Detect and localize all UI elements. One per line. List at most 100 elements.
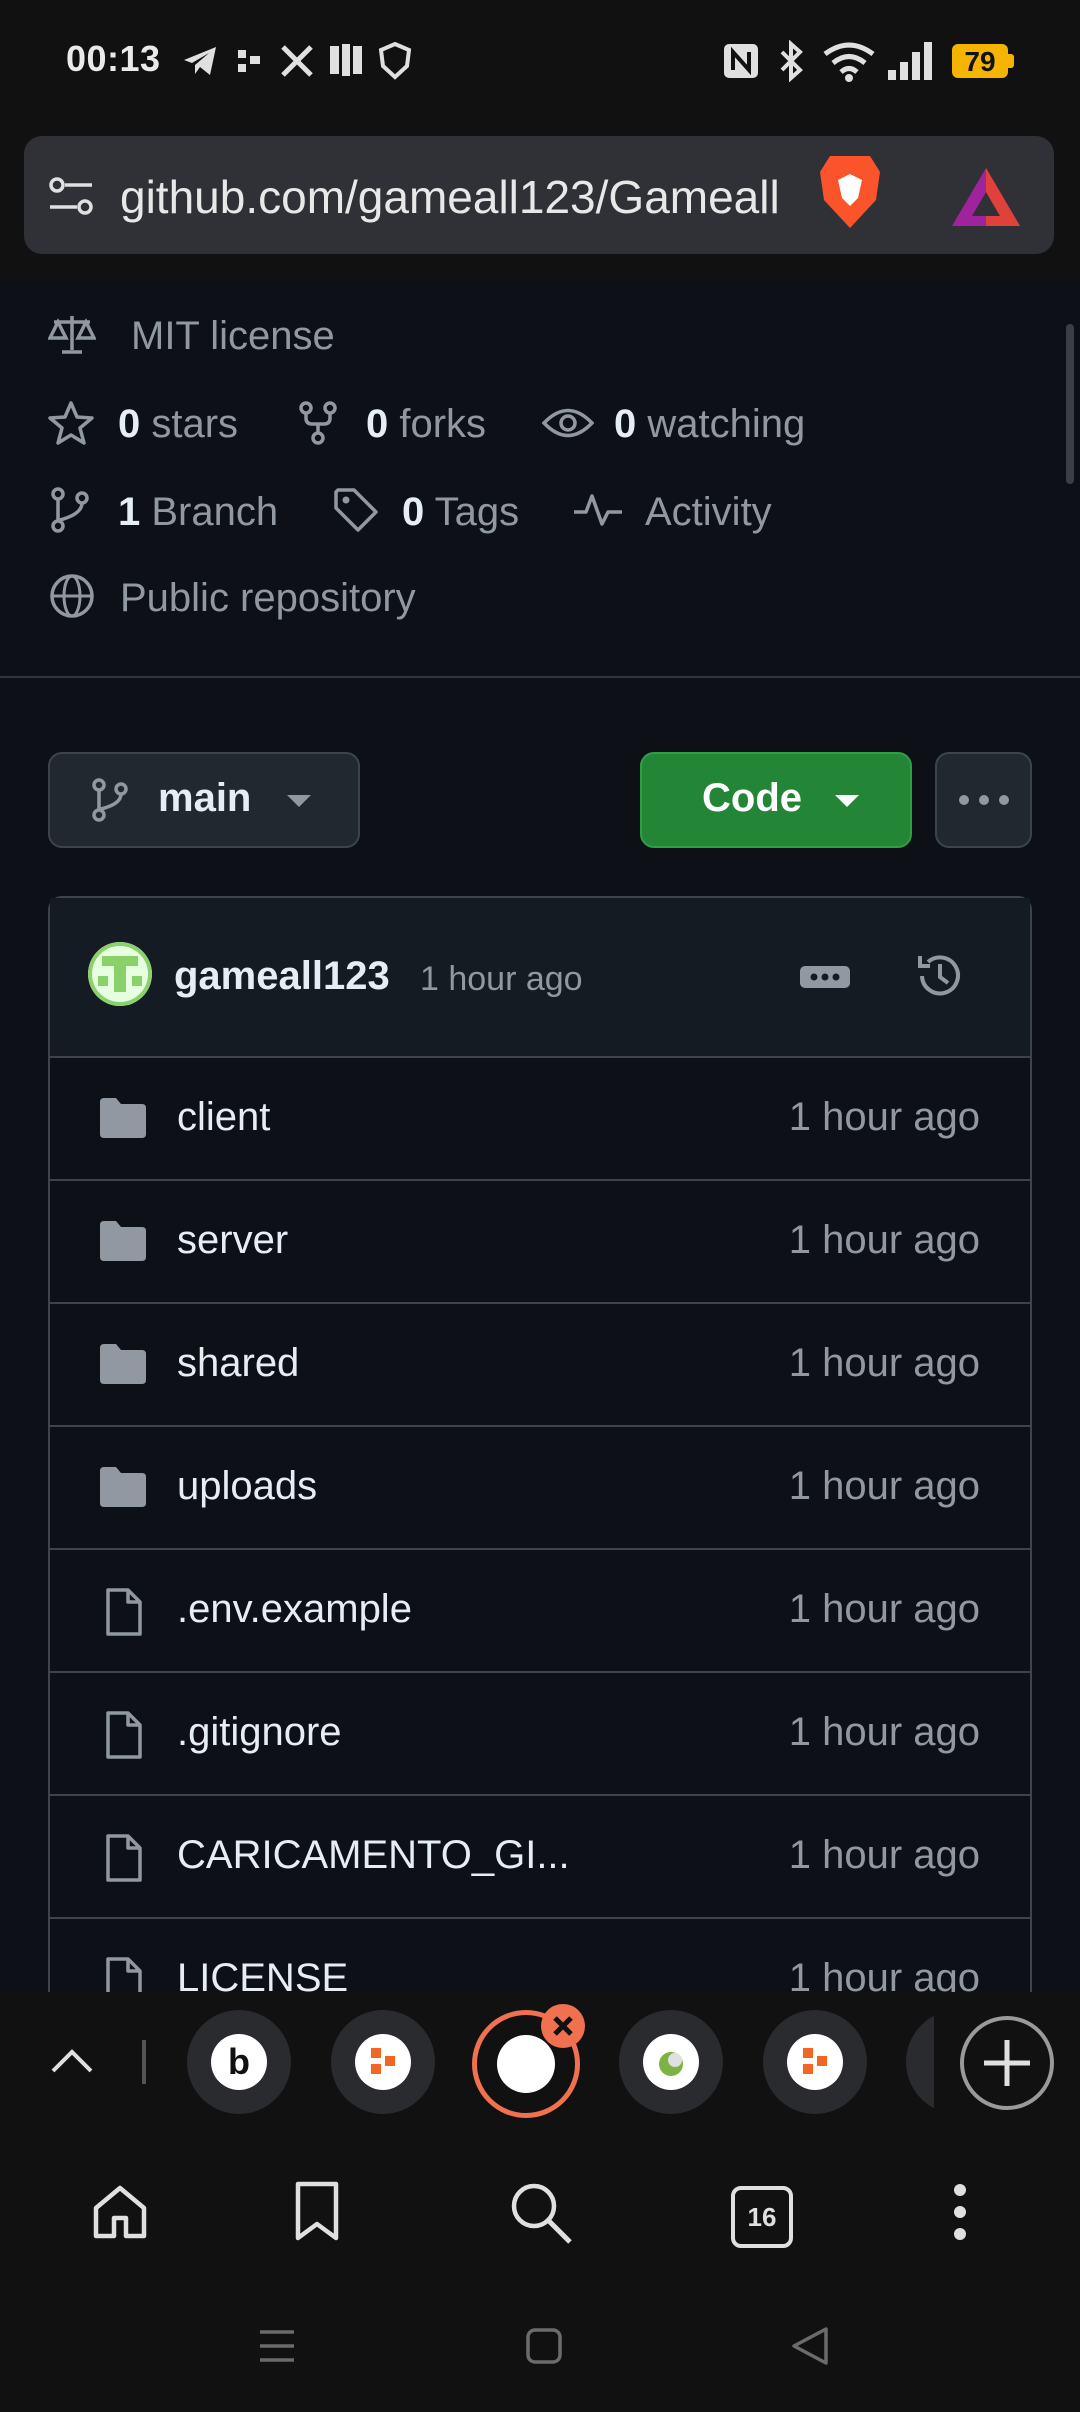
tag-icon (334, 488, 378, 532)
file-icon (98, 1588, 148, 1636)
stars-label: stars (151, 402, 239, 446)
identicon (88, 942, 152, 1006)
file-name[interactable]: CARICAMENTO_GI... (177, 1833, 570, 1878)
watching-link[interactable]: 0 watching (614, 402, 805, 447)
watching-count: 0 (614, 402, 637, 446)
x-icon (281, 45, 313, 77)
history-icon[interactable] (914, 950, 966, 1002)
file-row[interactable]: CARICAMENTO_GI... 1 hour ago (50, 1796, 1030, 1919)
close-icon (553, 2016, 573, 2036)
status-time: 00:13 (66, 38, 161, 79)
bookmark-icon[interactable] (292, 2180, 342, 2244)
forks-link[interactable]: 0 forks (366, 402, 486, 447)
bluetooth-icon (780, 40, 803, 82)
file-row[interactable]: server 1 hour ago (50, 1181, 1030, 1304)
file-name[interactable]: server (177, 1218, 288, 1263)
file-icon (98, 1834, 148, 1882)
forks-label: forks (399, 402, 487, 446)
home-icon[interactable] (90, 2182, 150, 2242)
commit-message-toggle[interactable] (800, 966, 850, 988)
tab-site[interactable] (331, 2010, 435, 2114)
url-text[interactable]: github.com/gameall123/Gameall (120, 170, 788, 224)
commit-author[interactable]: gameall123 (174, 954, 390, 999)
file-time: 1 hour ago (788, 1833, 980, 1877)
file-time: 1 hour ago (788, 1341, 980, 1385)
tags-label: Tags (434, 490, 520, 534)
site-settings-icon[interactable] (48, 174, 94, 218)
chevron-up-icon[interactable] (50, 2048, 94, 2074)
file-row[interactable]: .gitignore 1 hour ago (50, 1673, 1030, 1796)
plus-icon (984, 2040, 1030, 2086)
brave-rewards-icon[interactable] (950, 164, 1022, 228)
new-tab-button[interactable] (960, 2016, 1054, 2110)
svg-text:b: b (228, 2041, 250, 2082)
close-tab-button[interactable] (541, 2004, 585, 2048)
file-name[interactable]: .gitignore (177, 1710, 342, 1755)
folder-icon (98, 1096, 148, 1140)
app-icon (238, 50, 260, 72)
globe-icon (50, 574, 94, 618)
folder-icon (98, 1219, 148, 1263)
tab-site[interactable] (763, 2010, 867, 2114)
site-favicon-icon (355, 2034, 411, 2090)
file-row[interactable]: uploads 1 hour ago (50, 1427, 1030, 1550)
tab-switcher-button[interactable]: 16 (731, 2186, 793, 2248)
tab-bing[interactable]: b (187, 2010, 291, 2114)
bing-icon: b (211, 2034, 267, 2090)
chevron-down-icon (287, 795, 311, 807)
chevron-down-icon (835, 795, 859, 807)
commit-time: 1 hour ago (420, 960, 583, 998)
file-name[interactable]: client (177, 1095, 270, 1140)
app-icon (330, 44, 362, 76)
ellipsis-icon (810, 973, 840, 981)
recents-icon[interactable] (258, 2328, 296, 2364)
tab-strip-edge (142, 2040, 146, 2084)
stars-link[interactable]: 0 stars (118, 402, 238, 447)
back-icon[interactable] (790, 2326, 830, 2366)
nfc-icon (724, 44, 758, 78)
file-name[interactable]: shared (177, 1341, 299, 1386)
activity-link[interactable]: Activity (645, 490, 772, 535)
telegram-icon (184, 47, 216, 75)
file-row[interactable]: shared 1 hour ago (50, 1304, 1030, 1427)
avatar[interactable] (88, 942, 152, 1006)
code-button-label: Code (702, 776, 802, 820)
license[interactable]: MIT license (131, 314, 335, 359)
file-row[interactable]: .env.example 1 hour ago (50, 1550, 1030, 1673)
divider (0, 676, 1080, 678)
battery-level: 79 (964, 46, 996, 77)
tags-link[interactable]: 0 Tags (402, 490, 519, 535)
law-icon (48, 316, 96, 354)
file-icon (98, 1711, 148, 1759)
wifi-icon (823, 42, 875, 82)
branch-count: 1 (118, 490, 141, 534)
file-name[interactable]: uploads (177, 1464, 317, 1509)
home-nav-icon[interactable] (526, 2328, 562, 2364)
tags-count: 0 (402, 490, 425, 534)
file-time: 1 hour ago (788, 1464, 980, 1508)
shield-icon (378, 42, 412, 80)
branches-link[interactable]: 1 Branch (118, 490, 278, 535)
search-icon[interactable] (508, 2180, 574, 2246)
branch-icon (92, 778, 128, 822)
folder-icon (98, 1342, 148, 1386)
branch-icon (51, 487, 89, 533)
fork-icon (299, 401, 337, 445)
watching-label: watching (647, 402, 806, 446)
branch-label: Branch (151, 490, 279, 534)
file-row[interactable]: client 1 hour ago (50, 1058, 1030, 1181)
stars-count: 0 (118, 402, 141, 446)
star-icon (48, 401, 94, 445)
tab-overflow[interactable] (906, 2010, 934, 2114)
folder-icon (98, 1465, 148, 1509)
file-time: 1 hour ago (788, 1218, 980, 1262)
tab-site[interactable] (619, 2010, 723, 2114)
visibility: Public repository (120, 576, 416, 620)
kebab-horizontal-icon (959, 795, 1009, 805)
scrollbar[interactable] (1066, 324, 1074, 484)
menu-icon[interactable] (950, 2182, 970, 2242)
branch-name: main (158, 776, 252, 820)
pulse-icon (574, 494, 622, 526)
file-name[interactable]: .env.example (177, 1587, 412, 1632)
brave-shields-icon[interactable] (814, 152, 886, 232)
